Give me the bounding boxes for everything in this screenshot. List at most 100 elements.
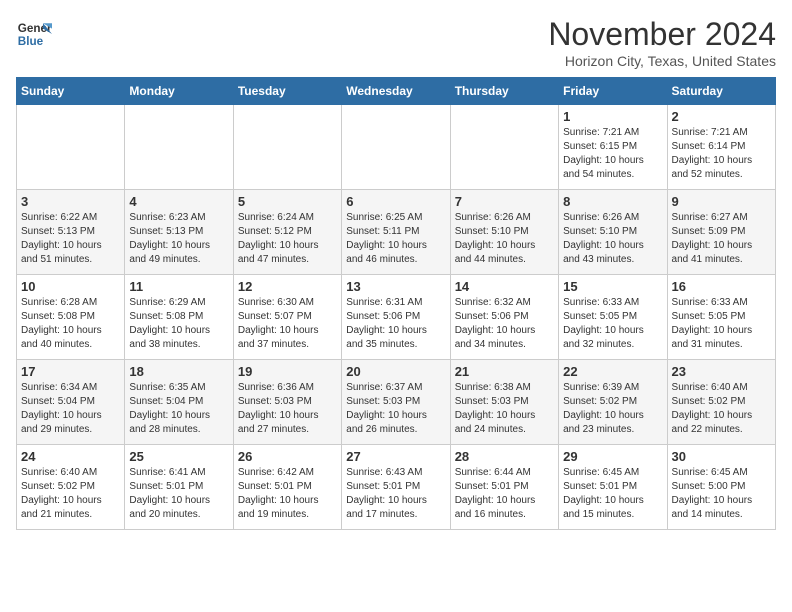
- day-number: 17: [21, 364, 120, 379]
- day-info: Sunrise: 6:36 AM Sunset: 5:03 PM Dayligh…: [238, 381, 337, 437]
- svg-text:Blue: Blue: [18, 35, 44, 48]
- day-number: 4: [129, 194, 228, 209]
- location-subtitle: Horizon City, Texas, United States: [548, 53, 776, 69]
- day-info: Sunrise: 6:42 AM Sunset: 5:01 PM Dayligh…: [238, 466, 337, 522]
- day-info: Sunrise: 6:30 AM Sunset: 5:07 PM Dayligh…: [238, 296, 337, 352]
- day-info: Sunrise: 6:40 AM Sunset: 5:02 PM Dayligh…: [672, 381, 771, 437]
- day-info: Sunrise: 6:37 AM Sunset: 5:03 PM Dayligh…: [346, 381, 445, 437]
- calendar-week-1: 1 Sunrise: 7:21 AM Sunset: 6:15 PM Daylig…: [17, 105, 776, 190]
- calendar-cell: 14 Sunrise: 6:32 AM Sunset: 5:06 PM Dayli…: [450, 275, 558, 360]
- calendar-header: SundayMondayTuesdayWednesdayThursdayFrid…: [17, 78, 776, 105]
- day-info: Sunrise: 6:26 AM Sunset: 5:10 PM Dayligh…: [563, 211, 662, 267]
- day-number: 23: [672, 364, 771, 379]
- calendar-cell: 3 Sunrise: 6:22 AM Sunset: 5:13 PM Daylig…: [17, 190, 125, 275]
- day-number: 6: [346, 194, 445, 209]
- calendar-table: SundayMondayTuesdayWednesdayThursdayFrid…: [16, 77, 776, 530]
- day-number: 24: [21, 449, 120, 464]
- calendar-cell: 22Sunrise: 6:39 AM Sunset: 5:02 PM Dayli…: [559, 360, 667, 445]
- calendar-cell: [125, 105, 233, 190]
- calendar-cell: 7 Sunrise: 6:26 AM Sunset: 5:10 PM Daylig…: [450, 190, 558, 275]
- day-number: 3: [21, 194, 120, 209]
- calendar-cell: 4 Sunrise: 6:23 AM Sunset: 5:13 PM Daylig…: [125, 190, 233, 275]
- calendar-cell: 10Sunrise: 6:28 AM Sunset: 5:08 PM Dayli…: [17, 275, 125, 360]
- day-number: 28: [455, 449, 554, 464]
- day-info: Sunrise: 6:40 AM Sunset: 5:02 PM Dayligh…: [21, 466, 120, 522]
- weekday-header-thursday: Thursday: [450, 78, 558, 105]
- calendar-week-3: 10Sunrise: 6:28 AM Sunset: 5:08 PM Dayli…: [17, 275, 776, 360]
- day-info: Sunrise: 6:43 AM Sunset: 5:01 PM Dayligh…: [346, 466, 445, 522]
- day-number: 18: [129, 364, 228, 379]
- calendar-cell: 1 Sunrise: 7:21 AM Sunset: 6:15 PM Daylig…: [559, 105, 667, 190]
- weekday-header-monday: Monday: [125, 78, 233, 105]
- month-title: November 2024: [548, 16, 776, 53]
- calendar-cell: 5 Sunrise: 6:24 AM Sunset: 5:12 PM Daylig…: [233, 190, 341, 275]
- calendar-cell: [233, 105, 341, 190]
- calendar-cell: 24 Sunrise: 6:40 AM Sunset: 5:02 PM Dayli…: [17, 445, 125, 530]
- calendar-cell: 8Sunrise: 6:26 AM Sunset: 5:10 PM Daylig…: [559, 190, 667, 275]
- day-number: 5: [238, 194, 337, 209]
- calendar-cell: 18Sunrise: 6:35 AM Sunset: 5:04 PM Dayli…: [125, 360, 233, 445]
- title-block: November 2024 Horizon City, Texas, Unite…: [548, 16, 776, 69]
- calendar-cell: 12 Sunrise: 6:30 AM Sunset: 5:07 PM Dayli…: [233, 275, 341, 360]
- day-info: Sunrise: 6:23 AM Sunset: 5:13 PM Dayligh…: [129, 211, 228, 267]
- day-number: 16: [672, 279, 771, 294]
- day-info: Sunrise: 7:21 AM Sunset: 6:15 PM Dayligh…: [563, 126, 662, 182]
- calendar-cell: 23 Sunrise: 6:40 AM Sunset: 5:02 PM Dayli…: [667, 360, 775, 445]
- weekday-header-tuesday: Tuesday: [233, 78, 341, 105]
- day-info: Sunrise: 7:21 AM Sunset: 6:14 PM Dayligh…: [672, 126, 771, 182]
- logo-icon: General Blue: [16, 16, 52, 52]
- calendar-cell: 9 Sunrise: 6:27 AM Sunset: 5:09 PM Daylig…: [667, 190, 775, 275]
- day-number: 13: [346, 279, 445, 294]
- day-info: Sunrise: 6:31 AM Sunset: 5:06 PM Dayligh…: [346, 296, 445, 352]
- day-info: Sunrise: 6:45 AM Sunset: 5:01 PM Dayligh…: [563, 466, 662, 522]
- day-number: 11: [129, 279, 228, 294]
- day-number: 9: [672, 194, 771, 209]
- day-info: Sunrise: 6:32 AM Sunset: 5:06 PM Dayligh…: [455, 296, 554, 352]
- day-info: Sunrise: 6:24 AM Sunset: 5:12 PM Dayligh…: [238, 211, 337, 267]
- day-number: 22: [563, 364, 662, 379]
- calendar-cell: 26 Sunrise: 6:42 AM Sunset: 5:01 PM Dayli…: [233, 445, 341, 530]
- day-number: 25: [129, 449, 228, 464]
- calendar-cell: 6 Sunrise: 6:25 AM Sunset: 5:11 PM Daylig…: [342, 190, 450, 275]
- day-number: 27: [346, 449, 445, 464]
- calendar-cell: 25Sunrise: 6:41 AM Sunset: 5:01 PM Dayli…: [125, 445, 233, 530]
- calendar-cell: 16Sunrise: 6:33 AM Sunset: 5:05 PM Dayli…: [667, 275, 775, 360]
- calendar-week-2: 3 Sunrise: 6:22 AM Sunset: 5:13 PM Daylig…: [17, 190, 776, 275]
- day-number: 26: [238, 449, 337, 464]
- calendar-cell: [342, 105, 450, 190]
- calendar-week-5: 24 Sunrise: 6:40 AM Sunset: 5:02 PM Dayli…: [17, 445, 776, 530]
- calendar-cell: 29Sunrise: 6:45 AM Sunset: 5:01 PM Dayli…: [559, 445, 667, 530]
- day-number: 2: [672, 109, 771, 124]
- day-number: 21: [455, 364, 554, 379]
- day-number: 19: [238, 364, 337, 379]
- day-number: 12: [238, 279, 337, 294]
- day-info: Sunrise: 6:29 AM Sunset: 5:08 PM Dayligh…: [129, 296, 228, 352]
- calendar-cell: 28Sunrise: 6:44 AM Sunset: 5:01 PM Dayli…: [450, 445, 558, 530]
- calendar-cell: 30 Sunrise: 6:45 AM Sunset: 5:00 PM Dayli…: [667, 445, 775, 530]
- day-number: 14: [455, 279, 554, 294]
- day-number: 7: [455, 194, 554, 209]
- day-info: Sunrise: 6:22 AM Sunset: 5:13 PM Dayligh…: [21, 211, 120, 267]
- calendar-cell: [17, 105, 125, 190]
- day-info: Sunrise: 6:25 AM Sunset: 5:11 PM Dayligh…: [346, 211, 445, 267]
- day-info: Sunrise: 6:38 AM Sunset: 5:03 PM Dayligh…: [455, 381, 554, 437]
- day-info: Sunrise: 6:33 AM Sunset: 5:05 PM Dayligh…: [563, 296, 662, 352]
- page-header: General Blue November 2024 Horizon City,…: [16, 16, 776, 69]
- day-number: 1: [563, 109, 662, 124]
- calendar-cell: 15Sunrise: 6:33 AM Sunset: 5:05 PM Dayli…: [559, 275, 667, 360]
- calendar-cell: 20Sunrise: 6:37 AM Sunset: 5:03 PM Dayli…: [342, 360, 450, 445]
- calendar-cell: 13 Sunrise: 6:31 AM Sunset: 5:06 PM Dayli…: [342, 275, 450, 360]
- day-info: Sunrise: 6:26 AM Sunset: 5:10 PM Dayligh…: [455, 211, 554, 267]
- weekday-header-sunday: Sunday: [17, 78, 125, 105]
- logo: General Blue: [16, 16, 52, 52]
- day-info: Sunrise: 6:27 AM Sunset: 5:09 PM Dayligh…: [672, 211, 771, 267]
- calendar-week-4: 17 Sunrise: 6:34 AM Sunset: 5:04 PM Dayli…: [17, 360, 776, 445]
- day-number: 30: [672, 449, 771, 464]
- weekday-header-wednesday: Wednesday: [342, 78, 450, 105]
- calendar-cell: 11 Sunrise: 6:29 AM Sunset: 5:08 PM Dayli…: [125, 275, 233, 360]
- calendar-cell: 17 Sunrise: 6:34 AM Sunset: 5:04 PM Dayli…: [17, 360, 125, 445]
- day-info: Sunrise: 6:28 AM Sunset: 5:08 PM Dayligh…: [21, 296, 120, 352]
- calendar-cell: [450, 105, 558, 190]
- day-info: Sunrise: 6:34 AM Sunset: 5:04 PM Dayligh…: [21, 381, 120, 437]
- day-info: Sunrise: 6:45 AM Sunset: 5:00 PM Dayligh…: [672, 466, 771, 522]
